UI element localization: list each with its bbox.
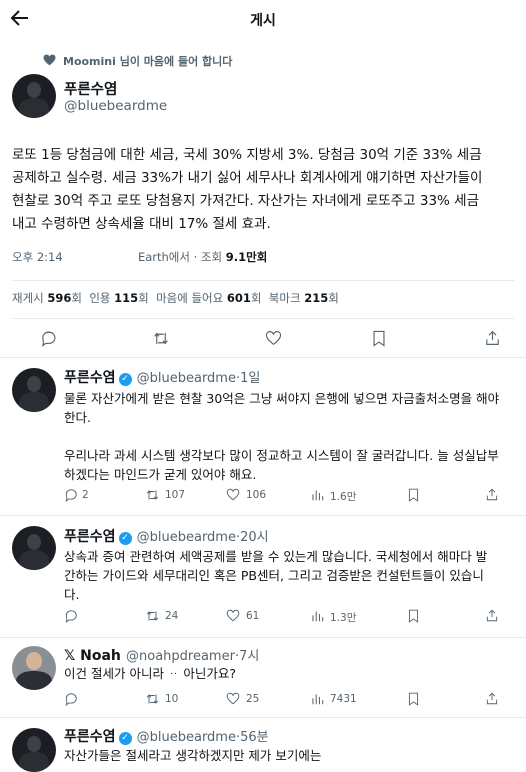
quotes-stat[interactable]: 인용 115회 (89, 291, 148, 305)
bookmarks-stat[interactable]: 북마크 215회 (269, 291, 339, 305)
reply-time[interactable]: 20시 (240, 530, 269, 545)
verified-badge-icon: ✓ (118, 732, 132, 745)
page-title: 게시 (250, 13, 276, 29)
post-text-line: 현찰로 30억 주고 로또 당첨용지 가져간다. 자산가는 자녀에게 로또주고 … (12, 193, 479, 209)
views-icon[interactable] (311, 692, 324, 706)
reply-text: 물론 자산가에게 받은 현찰 30억은 그냥 써야지 은행에 넣으면 자금출처소… (64, 391, 500, 482)
reply-author-name[interactable]: 𝕏 Noah (64, 648, 121, 664)
verified-badge-icon: ✓ (118, 532, 132, 545)
divider (0, 357, 526, 358)
views-icon[interactable] (311, 488, 324, 502)
reply-icon[interactable] (64, 692, 78, 706)
reply-author-name[interactable]: 푸른수염 (64, 370, 116, 386)
author-handle[interactable]: @bluebeardme (64, 98, 167, 114)
like-icon[interactable] (226, 692, 240, 705)
avatar[interactable] (12, 646, 56, 690)
author-name[interactable]: 푸른수염 (64, 78, 117, 99)
reply-time[interactable]: 7시 (239, 649, 259, 664)
reply-author-handle[interactable]: @bluebeardme (137, 530, 236, 545)
share-icon[interactable] (485, 691, 499, 706)
avatar[interactable] (12, 728, 56, 772)
repost-icon[interactable] (145, 692, 160, 706)
likes-stat[interactable]: 마음에 들어요 601회 (156, 291, 261, 305)
divider (12, 318, 514, 319)
post-meta: 오후 2:14 Earth에서 · 조회 9.1만회 (12, 250, 268, 264)
divider (0, 717, 526, 718)
reply-item[interactable]: 𝕏 Noah @noahpdreamer·7시 이건 절세가 아니라 ᆢ 아닌가… (0, 642, 526, 712)
reply-item[interactable]: 푸른수염 ✓ @bluebeardme·1일 물론 자산가에게 받은 현찰 30억… (0, 362, 526, 508)
post-text-line: 공제하고 실수령. 세금 33%가 내기 싫어 세무사나 회계사에게 얘기하면 … (12, 170, 483, 186)
reply-author-handle[interactable]: @noahpdreamer (126, 649, 235, 664)
reply-author-name[interactable]: 푸른수염 (64, 729, 116, 745)
reposts-stat[interactable]: 재게시 596회 (12, 291, 82, 305)
bookmark-icon[interactable] (408, 609, 419, 623)
like-icon[interactable] (226, 488, 240, 501)
top-bar: 게시 (0, 0, 526, 40)
reply-icon[interactable] (64, 488, 78, 502)
reply-icon[interactable] (64, 609, 78, 623)
post-text-line: 내고 수령하면 상속세율 대비 17% 절세 효과. (12, 216, 271, 232)
reply-text: 자산가들은 절세라고 생각하겠지만 제가 보기에는 (64, 748, 322, 763)
reply-text: 이건 절세가 아니라 ᆢ 아닌가요? (64, 666, 237, 681)
share-icon[interactable] (485, 487, 499, 502)
like-icon[interactable] (226, 609, 240, 622)
divider (0, 515, 526, 516)
bookmark-icon[interactable] (408, 488, 419, 502)
reply-author-handle[interactable]: @bluebeardme (137, 730, 236, 745)
reply-time[interactable]: 56분 (240, 730, 269, 745)
reply-item[interactable]: 푸른수염 ✓ @bluebeardme·56분 자산가들은 절세라고 생각하겠지만… (0, 722, 526, 772)
reply-text: 상속과 증여 관련하여 세액공제를 받을 수 있는게 많습니다. 국세청에서 해… (64, 549, 488, 602)
avatar[interactable] (12, 526, 56, 570)
heart-icon (43, 54, 56, 66)
like-icon[interactable] (265, 330, 282, 346)
post-text-line: 로또 1등 당첨금에 대한 세금, 국세 30% 지방세 3%. 당첨금 30억… (12, 147, 482, 163)
divider (0, 637, 526, 638)
post-stats: 재게시 596회 인용 115회 마음에 들어요 601회 북마크 215회 (12, 290, 339, 306)
views-label: 조회 (200, 250, 223, 264)
verified-badge-icon: ✓ (118, 373, 132, 386)
post-source: Earth에서 (137, 250, 190, 264)
avatar[interactable] (12, 74, 56, 118)
reply-time[interactable]: 1일 (240, 371, 260, 386)
bookmark-icon[interactable] (408, 692, 419, 706)
share-icon[interactable] (484, 329, 501, 347)
reply-item[interactable]: 푸른수염 ✓ @bluebeardme·20시 상속과 증여 관련하여 세액공제를… (0, 522, 526, 632)
share-icon[interactable] (485, 608, 499, 623)
liked-by-text[interactable]: Moomini 님이 마음에 들어 합니다 (63, 53, 232, 69)
post-time[interactable]: 오후 2:14 (12, 250, 63, 264)
avatar[interactable] (12, 368, 56, 412)
post-text: 로또 1등 당첨금에 대한 세금, 국세 30% 지방세 3%. 당첨금 30억… (12, 144, 517, 236)
views-count: 9.1만회 (225, 250, 268, 264)
views-icon[interactable] (311, 609, 324, 623)
repost-icon[interactable] (152, 330, 170, 347)
repost-icon[interactable] (145, 488, 160, 502)
reply-author-handle[interactable]: @bluebeardme (137, 371, 236, 386)
reply-icon[interactable] (40, 330, 57, 347)
repost-icon[interactable] (145, 609, 160, 623)
reply-author-name[interactable]: 푸른수염 (64, 529, 116, 545)
divider (12, 280, 514, 281)
bookmark-icon[interactable] (372, 330, 386, 347)
